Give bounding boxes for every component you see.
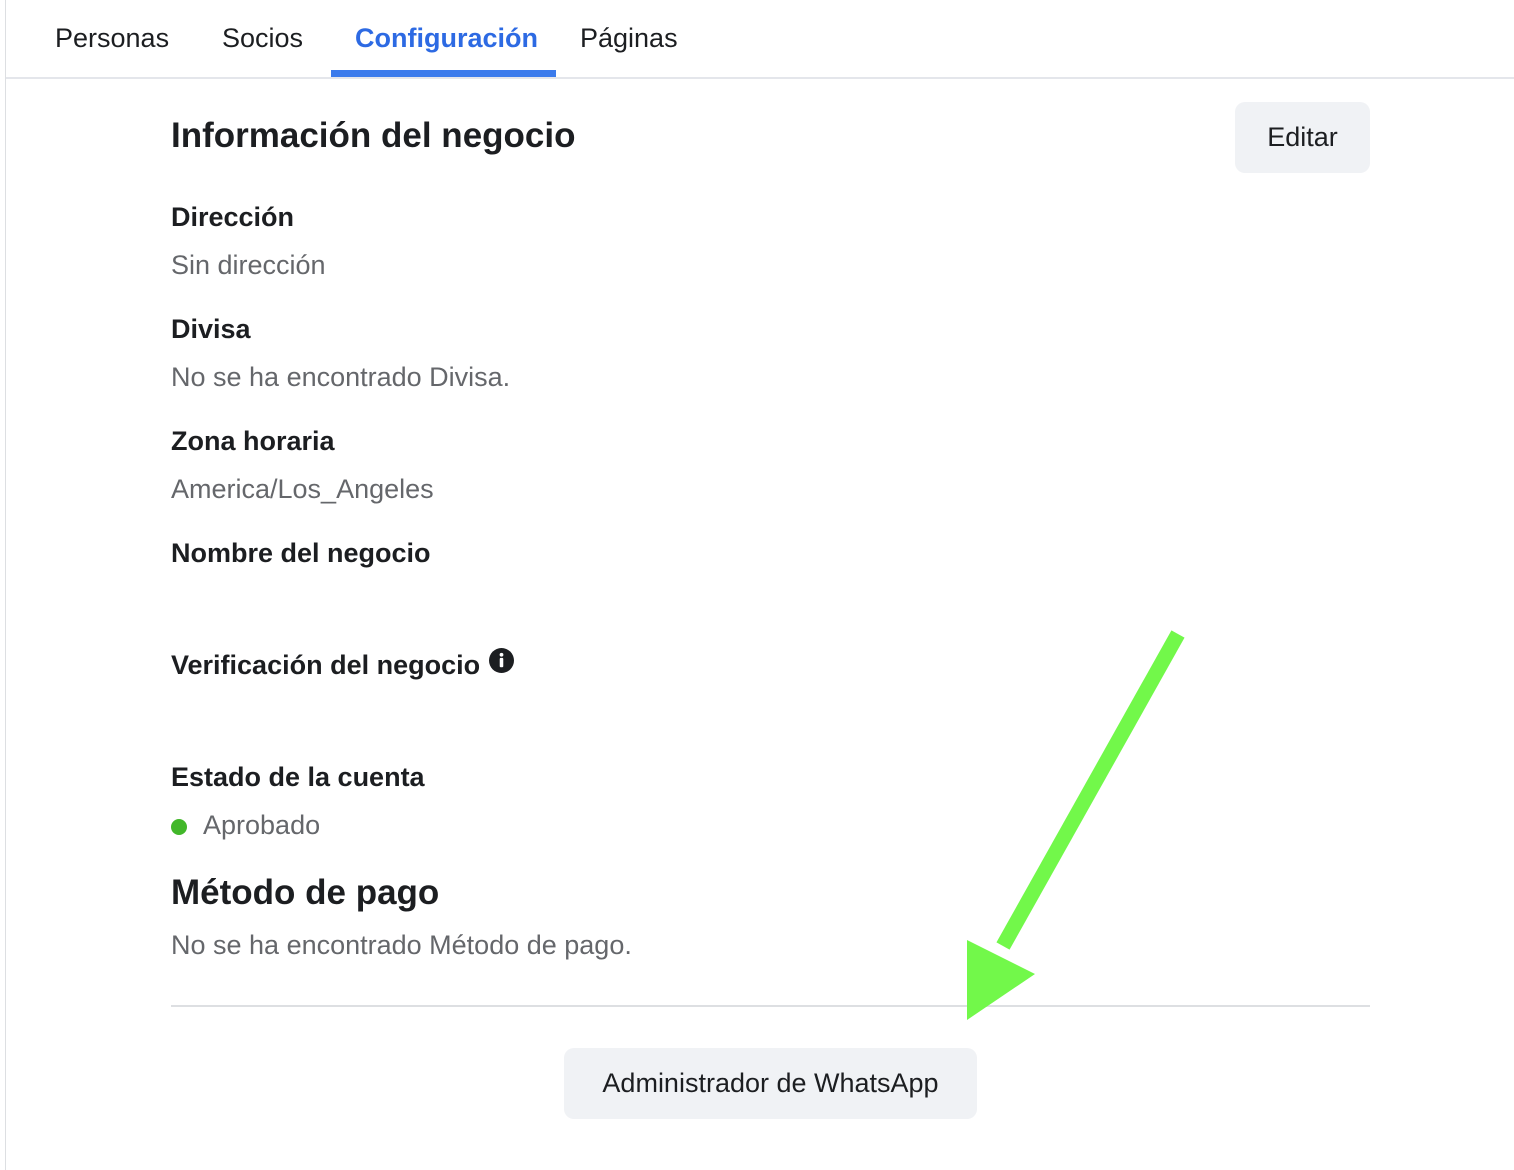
tab-socios[interactable]: Socios	[222, 0, 303, 77]
tab-configuracion[interactable]: Configuración	[355, 0, 538, 77]
payment-method-title: Método de pago	[171, 873, 440, 912]
status-approved-dot	[171, 819, 187, 835]
whatsapp-manager-button[interactable]: Administrador de WhatsApp	[564, 1048, 977, 1119]
currency-label: Divisa	[171, 314, 251, 344]
currency-value: No se ha encontrado Divisa.	[171, 362, 511, 392]
business-info-title: Información del negocio	[171, 116, 576, 155]
info-icon[interactable]	[489, 648, 514, 673]
business-name-label: Nombre del negocio	[171, 538, 431, 568]
timezone-label: Zona horaria	[171, 426, 335, 456]
tab-paginas[interactable]: Páginas	[580, 0, 678, 77]
account-status-value: Aprobado	[203, 810, 321, 840]
payment-method-value: No se ha encontrado Método de pago.	[171, 930, 632, 960]
verification-label: Verificación del negocio	[171, 650, 481, 680]
timezone-value: America/Los_Angeles	[171, 474, 434, 504]
account-status-label: Estado de la cuenta	[171, 762, 425, 792]
tab-bar: Personas Socios Configuración Páginas	[6, 0, 1514, 79]
active-tab-indicator	[331, 70, 556, 77]
edit-button[interactable]: Editar	[1235, 102, 1370, 173]
section-divider	[171, 1005, 1370, 1007]
address-value: Sin dirección	[171, 250, 326, 280]
tab-personas[interactable]: Personas	[55, 0, 169, 77]
address-label: Dirección	[171, 202, 295, 232]
settings-panel: Personas Socios Configuración Páginas In…	[5, 0, 1514, 1170]
